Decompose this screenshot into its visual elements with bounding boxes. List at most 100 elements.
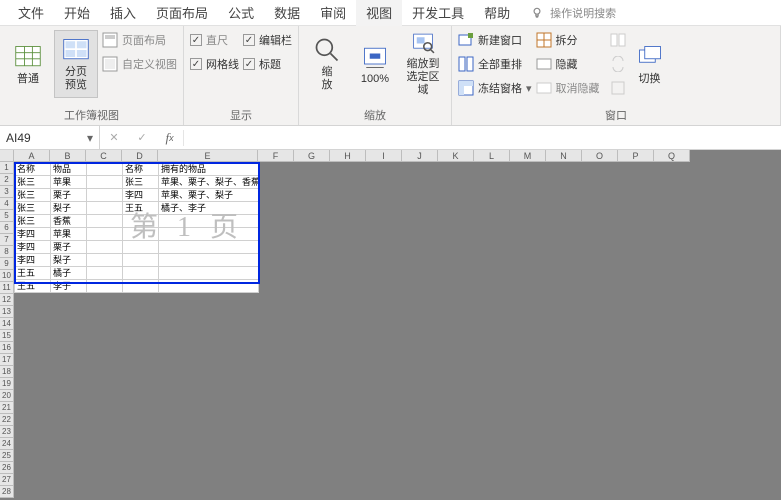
row-header-3[interactable]: 3 <box>0 186 14 198</box>
cell[interactable] <box>159 425 259 437</box>
cell[interactable] <box>123 437 159 449</box>
cell[interactable] <box>259 280 295 293</box>
cell[interactable] <box>403 228 439 241</box>
cell[interactable] <box>159 473 259 485</box>
cell[interactable] <box>439 317 475 329</box>
cell[interactable] <box>331 293 367 305</box>
cell[interactable] <box>295 437 331 449</box>
cell[interactable] <box>547 425 583 437</box>
cell[interactable] <box>51 353 87 365</box>
cell[interactable] <box>87 267 123 280</box>
row-header-27[interactable]: 27 <box>0 474 14 486</box>
cell[interactable] <box>367 254 403 267</box>
cell[interactable] <box>655 202 691 215</box>
cell[interactable] <box>439 437 475 449</box>
tell-me-search[interactable]: 操作说明搜索 <box>530 5 616 21</box>
cell[interactable] <box>547 317 583 329</box>
cell[interactable] <box>331 485 367 497</box>
cell[interactable] <box>331 267 367 280</box>
cell[interactable] <box>619 329 655 341</box>
cell[interactable] <box>123 389 159 401</box>
cell[interactable] <box>259 176 295 189</box>
cell[interactable] <box>331 254 367 267</box>
cell[interactable] <box>51 293 87 305</box>
cell[interactable] <box>51 473 87 485</box>
cell[interactable] <box>15 365 51 377</box>
menu-home[interactable]: 开始 <box>54 0 100 26</box>
cell[interactable] <box>655 317 691 329</box>
menu-developer[interactable]: 开发工具 <box>402 0 474 26</box>
cell[interactable] <box>403 437 439 449</box>
cell[interactable] <box>439 365 475 377</box>
cell[interactable]: 橘子、李子 <box>159 202 259 215</box>
cell[interactable] <box>547 401 583 413</box>
cell[interactable] <box>547 280 583 293</box>
row-header-18[interactable]: 18 <box>0 366 14 378</box>
cell[interactable] <box>439 280 475 293</box>
cell[interactable] <box>619 163 655 176</box>
cell[interactable] <box>439 425 475 437</box>
cell[interactable] <box>583 202 619 215</box>
row-header-7[interactable]: 7 <box>0 234 14 246</box>
gridlines-checkbox[interactable]: ✓网格线 <box>190 54 239 74</box>
cell[interactable] <box>259 353 295 365</box>
cell[interactable] <box>511 202 547 215</box>
cell[interactable] <box>511 254 547 267</box>
cell[interactable] <box>331 413 367 425</box>
cell[interactable] <box>123 228 159 241</box>
cell[interactable] <box>547 389 583 401</box>
col-header-H[interactable]: H <box>330 150 366 162</box>
cell[interactable] <box>295 241 331 254</box>
cell[interactable] <box>87 305 123 317</box>
cell[interactable] <box>15 389 51 401</box>
cell[interactable] <box>123 341 159 353</box>
cell[interactable] <box>403 389 439 401</box>
cell[interactable] <box>511 497 547 500</box>
cell[interactable] <box>123 401 159 413</box>
cell[interactable] <box>87 497 123 500</box>
cell[interactable] <box>259 241 295 254</box>
cell[interactable] <box>295 413 331 425</box>
cell[interactable] <box>547 377 583 389</box>
cell[interactable] <box>619 267 655 280</box>
cell[interactable] <box>259 473 295 485</box>
col-header-L[interactable]: L <box>474 150 510 162</box>
cell[interactable] <box>439 401 475 413</box>
cell[interactable] <box>619 202 655 215</box>
zoom-100-button[interactable]: 100% <box>353 30 397 98</box>
cell[interactable] <box>87 228 123 241</box>
row-header-4[interactable]: 4 <box>0 198 14 210</box>
cell[interactable] <box>583 254 619 267</box>
cell[interactable] <box>367 497 403 500</box>
cell[interactable] <box>655 473 691 485</box>
cell[interactable] <box>439 215 475 228</box>
cell[interactable] <box>655 215 691 228</box>
cell[interactable] <box>475 176 511 189</box>
cell[interactable] <box>475 365 511 377</box>
cell[interactable] <box>475 485 511 497</box>
cell[interactable] <box>403 401 439 413</box>
cell[interactable] <box>655 437 691 449</box>
cell[interactable] <box>403 215 439 228</box>
cell[interactable]: 物品 <box>51 163 87 176</box>
cell[interactable] <box>403 473 439 485</box>
cell[interactable] <box>123 485 159 497</box>
chevron-down-icon[interactable]: ▾ <box>87 131 93 145</box>
cell[interactable] <box>655 413 691 425</box>
cell[interactable] <box>619 176 655 189</box>
cell[interactable] <box>295 449 331 461</box>
cell[interactable] <box>583 413 619 425</box>
cell[interactable] <box>367 163 403 176</box>
cell[interactable] <box>123 425 159 437</box>
cell[interactable] <box>159 389 259 401</box>
cell[interactable] <box>583 485 619 497</box>
cell[interactable] <box>511 341 547 353</box>
cell[interactable] <box>583 280 619 293</box>
cell[interactable] <box>511 485 547 497</box>
cell[interactable] <box>15 401 51 413</box>
cell[interactable] <box>15 485 51 497</box>
row-header-1[interactable]: 1 <box>0 162 14 174</box>
cell[interactable] <box>511 293 547 305</box>
cell[interactable] <box>475 389 511 401</box>
cell[interactable] <box>331 473 367 485</box>
